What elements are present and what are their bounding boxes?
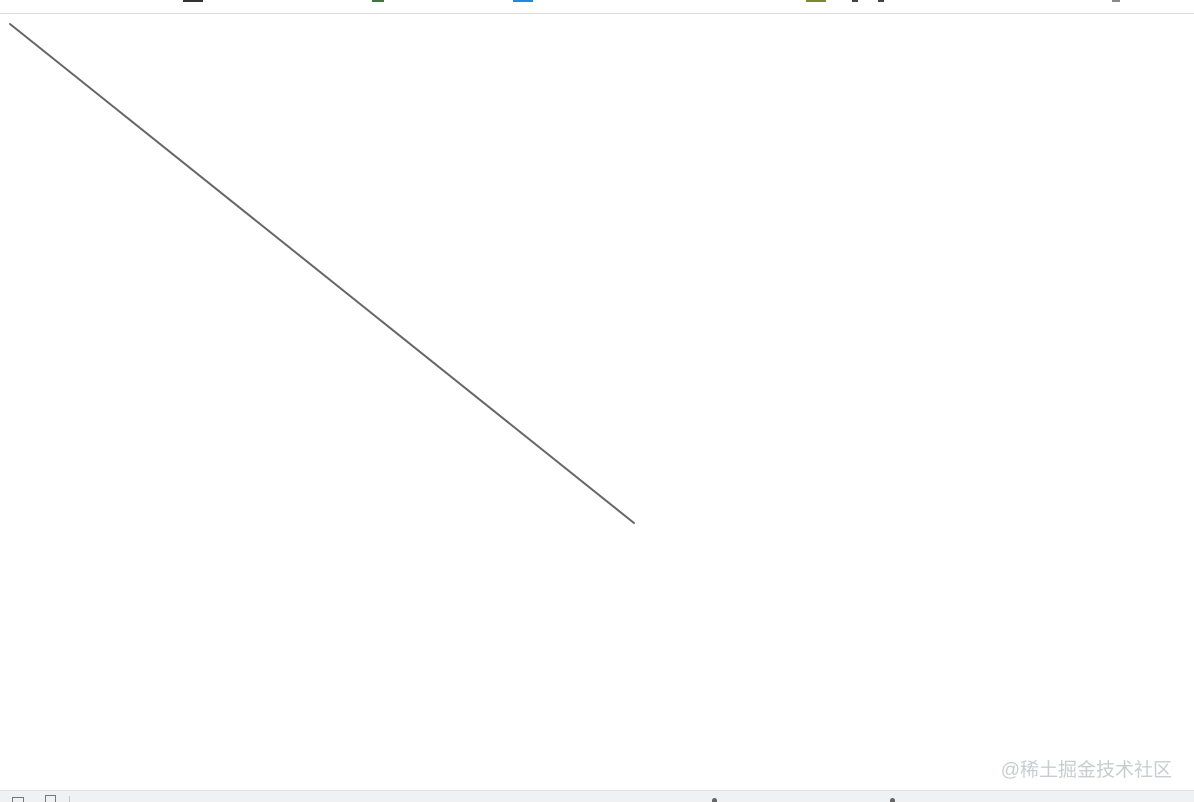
toolbar-small-icon[interactable]: [852, 0, 858, 2]
zoom-out-icon[interactable]: [712, 798, 717, 802]
toolbar-dark-icon[interactable]: [183, 0, 203, 2]
zoom-in-icon[interactable]: [890, 798, 895, 802]
toolbar-blue-icon[interactable]: [513, 0, 533, 2]
toolbar-olive-icon[interactable]: [806, 0, 826, 2]
top-toolbar: [0, 0, 1194, 14]
toolbar-small-icon-2[interactable]: [878, 0, 884, 2]
drawing-canvas[interactable]: [0, 14, 1194, 790]
canvas-svg: [9, 23, 635, 524]
bottom-status-bar: [0, 790, 1194, 802]
page-view-icon[interactable]: [12, 797, 24, 802]
status-divider: [69, 796, 70, 802]
toolbar-right-icon[interactable]: [1112, 0, 1120, 2]
watermark-text: @稀土掘金技术社区: [1000, 760, 1172, 781]
toolbar-green-icon[interactable]: [372, 0, 384, 2]
drawn-line[interactable]: [9, 23, 635, 524]
